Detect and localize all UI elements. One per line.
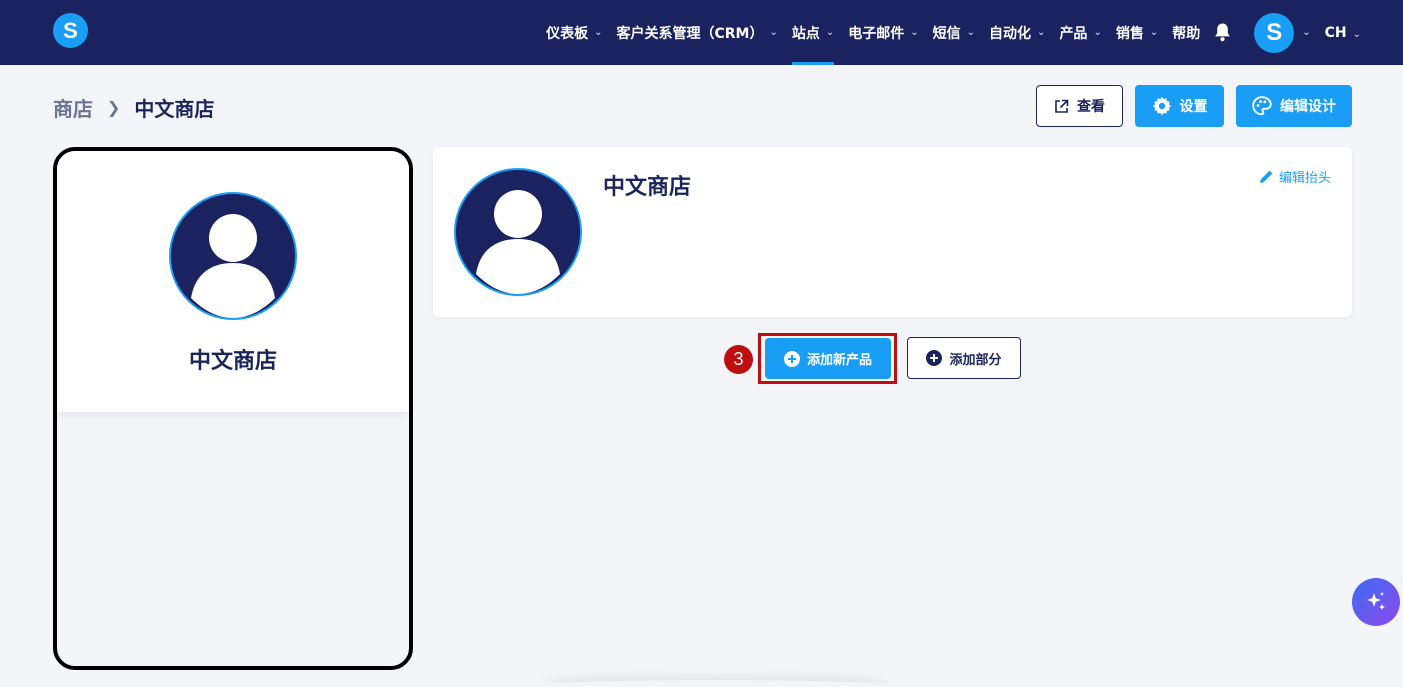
nav-products[interactable]: 产品 ⌄: [1059, 0, 1101, 65]
step-number-badge: 3: [724, 345, 753, 374]
add-section-button[interactable]: 添加部分: [907, 337, 1021, 379]
nav-sales[interactable]: 销售 ⌄: [1116, 0, 1158, 65]
store-header-card: 中文商店 编辑抬头: [433, 147, 1352, 317]
main-nav: 仪表板 ⌄ 客户关系管理（CRM） ⌄ 站点 ⌄ 电子邮件 ⌄ 短信 ⌄ 自动化 ⌄ 产品 ⌄…: [546, 0, 1403, 65]
nav-email[interactable]: 电子邮件 ⌄: [848, 0, 918, 65]
store-avatar-icon: [454, 168, 582, 296]
pencil-icon: [1259, 170, 1273, 183]
app-logo[interactable]: S: [53, 13, 88, 48]
nav-crm-label: 客户关系管理（CRM）: [616, 25, 764, 42]
page-title: 中文商店: [134, 97, 215, 121]
add-product-button[interactable]: 添加新产品: [765, 338, 891, 379]
chevron-down-icon: ⌄: [825, 27, 835, 38]
mobile-store-name: 中文商店: [188, 349, 277, 374]
plus-circle-icon: [783, 350, 800, 367]
bottom-panel-edge: [540, 680, 890, 687]
settings-button-label: 设置: [1179, 99, 1208, 115]
nav-automation[interactable]: 自动化 ⌄: [989, 0, 1045, 65]
chevron-down-icon: ⌄: [1037, 27, 1046, 38]
nav-sites-label: 站点: [791, 25, 820, 42]
view-button[interactable]: 查看: [1036, 85, 1123, 127]
edit-header-link[interactable]: 编辑抬头: [1259, 167, 1331, 186]
chevron-down-icon: ⌄: [910, 27, 919, 38]
view-button-label: 查看: [1077, 99, 1105, 115]
edit-header-label: 编辑抬头: [1278, 171, 1331, 186]
gear-icon: [1152, 96, 1171, 116]
chevron-down-icon: ⌄: [1352, 28, 1361, 40]
edit-design-button[interactable]: 编辑设计: [1236, 85, 1352, 127]
nav-crm[interactable]: 客户关系管理（CRM） ⌄: [616, 0, 777, 65]
top-navbar: S 仪表板 ⌄ 客户关系管理（CRM） ⌄ 站点 ⌄ 电子邮件 ⌄ 短信 ⌄ 自动化 ⌄ 产…: [0, 0, 1403, 65]
settings-button[interactable]: 设置: [1135, 85, 1224, 127]
chevron-down-icon: ⌄: [769, 27, 778, 38]
nav-dashboard[interactable]: 仪表板 ⌄: [546, 0, 602, 65]
chevron-down-icon: ⌄: [1093, 27, 1102, 38]
nav-automation-label: 自动化: [989, 25, 1032, 42]
nav-sites[interactable]: 站点 ⌄: [791, 0, 835, 65]
chevron-down-icon[interactable]: ⌄: [1302, 27, 1310, 38]
store-header-title: 中文商店: [603, 175, 692, 200]
add-section-label: 添加部分: [949, 352, 1002, 368]
nav-help-label: 帮助: [1172, 25, 1201, 42]
bell-icon[interactable]: [1214, 23, 1232, 43]
sparkles-icon: [1367, 592, 1385, 610]
nav-help[interactable]: 帮助: [1172, 0, 1200, 65]
external-link-icon: [1055, 99, 1069, 113]
chevron-down-icon: ⌄: [1149, 27, 1159, 38]
ai-assistant-button[interactable]: [1352, 578, 1400, 626]
mobile-preview: 中文商店: [53, 147, 413, 670]
page-actions: 查看 设置 编辑设计: [1036, 85, 1352, 127]
chevron-down-icon: ⌄: [594, 27, 603, 38]
chevron-down-icon: ⌄: [966, 27, 976, 38]
add-product-label: 添加新产品: [806, 353, 872, 368]
language-selector[interactable]: CH ⌄: [1325, 25, 1361, 41]
palette-icon: [1252, 96, 1272, 116]
nav-email-label: 电子邮件: [848, 25, 905, 42]
nav-products-label: 产品: [1059, 25, 1088, 42]
mobile-preview-header: 中文商店: [57, 151, 409, 412]
breadcrumb: 商店 ❯ 中文商店: [53, 93, 214, 122]
edit-design-button-label: 编辑设计: [1280, 99, 1336, 115]
user-avatar[interactable]: S: [1254, 12, 1295, 53]
nav-sales-label: 销售: [1115, 25, 1144, 42]
chevron-right-icon: ❯: [107, 98, 121, 117]
plus-circle-icon: [926, 350, 943, 366]
breadcrumb-root-link[interactable]: 商店: [53, 93, 93, 122]
nav-dashboard-label: 仪表板: [546, 25, 589, 42]
store-avatar-icon: [169, 192, 297, 320]
nav-sms[interactable]: 短信 ⌄: [933, 0, 975, 65]
nav-sms-label: 短信: [932, 25, 961, 42]
language-label: CH: [1324, 24, 1347, 41]
